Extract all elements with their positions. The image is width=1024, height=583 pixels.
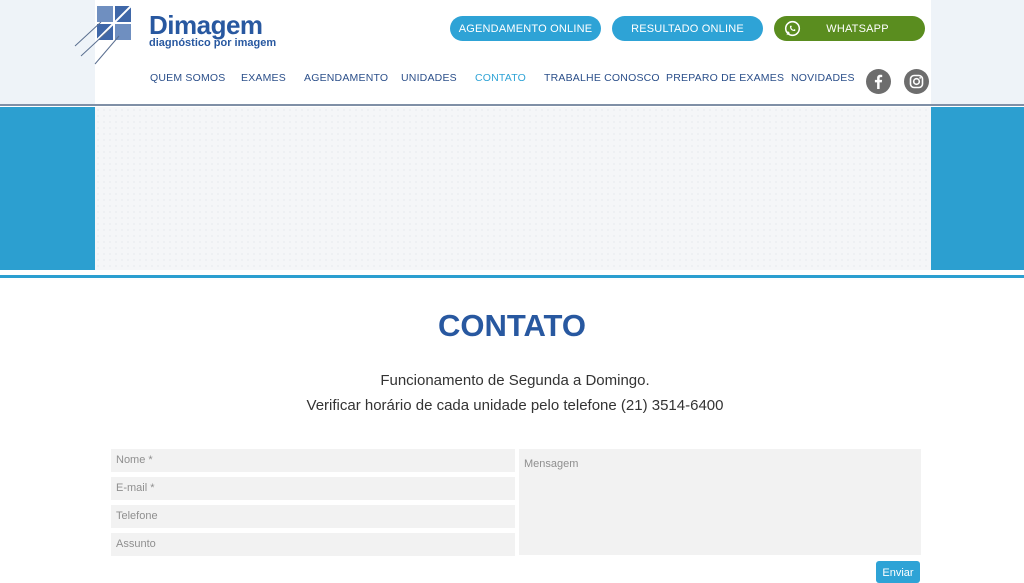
email-placeholder: E-mail * xyxy=(116,482,155,494)
message-field[interactable]: Mensagem xyxy=(519,449,921,555)
agendamento-online-button[interactable]: AGENDAMENTO ONLINE xyxy=(450,16,601,41)
nav-item-contato[interactable]: CONTATO xyxy=(475,72,526,84)
nav-item-quem-somos[interactable]: QUEM SOMOS xyxy=(150,72,226,84)
banner-image xyxy=(95,107,931,270)
agendamento-online-label: AGENDAMENTO ONLINE xyxy=(458,22,593,35)
instagram-link[interactable] xyxy=(904,69,929,94)
whatsapp-button[interactable]: WHATSAPP xyxy=(774,16,925,41)
site-logo[interactable]: Dimagem diagnóstico por imagem xyxy=(73,4,293,66)
nav-item-unidades[interactable]: UNIDADES xyxy=(401,72,457,84)
nav-item-preparo-de-exames[interactable]: PREPARO DE EXAMES xyxy=(666,72,784,84)
submit-label: Enviar xyxy=(882,567,914,579)
whatsapp-label: WHATSAPP xyxy=(826,22,889,35)
email-field[interactable]: E-mail * xyxy=(111,477,515,500)
phone-placeholder: Telefone xyxy=(116,510,158,522)
nav-item-exames[interactable]: EXAMES xyxy=(241,72,286,84)
phone-note-text: Verificar horário de cada unidade pelo t… xyxy=(306,397,724,414)
subject-field[interactable]: Assunto xyxy=(111,533,515,556)
logo-mark-icon xyxy=(74,5,132,65)
site-header: Dimagem diagnóstico por imagem AGENDAMEN… xyxy=(74,0,931,104)
instagram-icon xyxy=(909,74,924,89)
brand-tagline: diagnóstico por imagem xyxy=(149,37,277,49)
resultado-online-label: RESULTADO ONLINE xyxy=(631,22,744,35)
subject-placeholder: Assunto xyxy=(116,538,156,550)
resultado-online-button[interactable]: RESULTADO ONLINE xyxy=(612,16,763,41)
header-divider xyxy=(0,104,1024,106)
name-placeholder: Nome * xyxy=(116,454,153,466)
facebook-icon xyxy=(874,74,883,89)
submit-button[interactable]: Enviar xyxy=(876,561,920,583)
nav-item-agendamento[interactable]: AGENDAMENTO xyxy=(304,72,388,84)
banner-bottom-line xyxy=(0,275,1024,278)
whatsapp-icon xyxy=(784,20,801,37)
page-title: CONTATO xyxy=(437,308,587,343)
nav-item-novidades[interactable]: NOVIDADES xyxy=(791,72,855,84)
message-placeholder: Mensagem xyxy=(524,458,579,470)
hours-text: Funcionamento de Segunda a Domingo. xyxy=(380,372,650,389)
facebook-link[interactable] xyxy=(866,69,891,94)
name-field[interactable]: Nome * xyxy=(111,449,515,472)
phone-field[interactable]: Telefone xyxy=(111,505,515,528)
nav-item-trabalhe-conosco[interactable]: TRABALHE CONOSCO xyxy=(544,72,660,84)
